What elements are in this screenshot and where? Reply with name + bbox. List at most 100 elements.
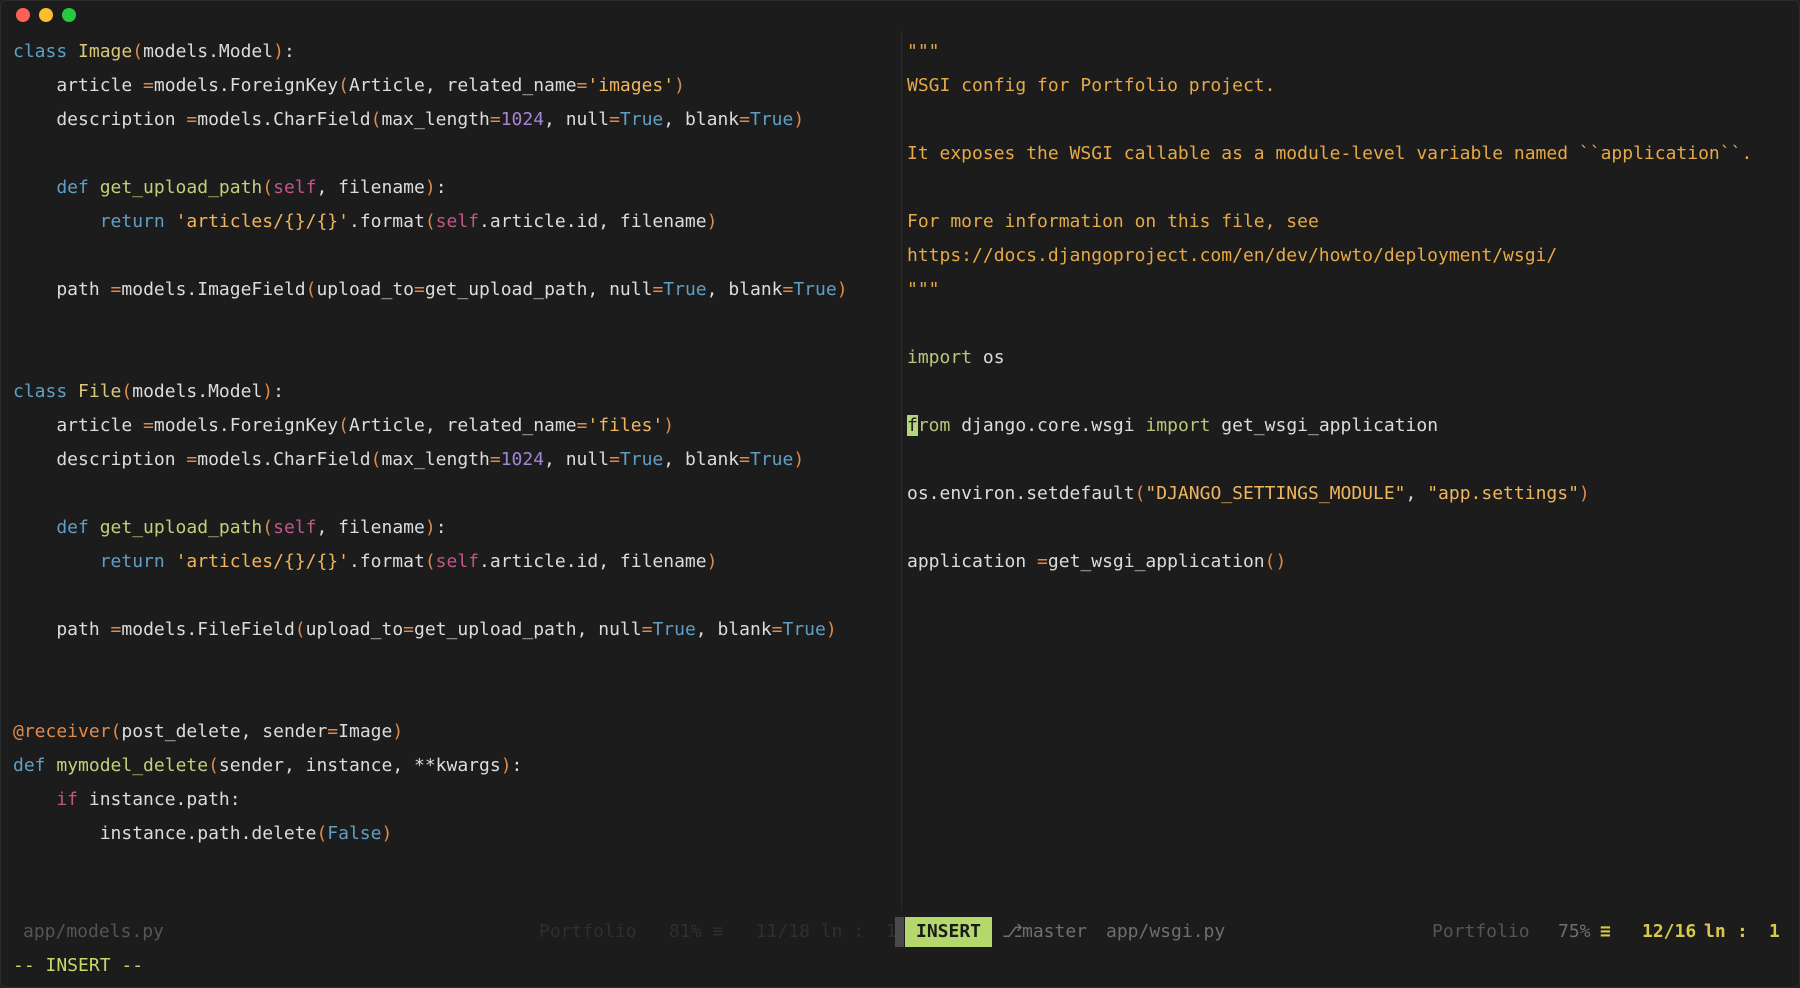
split-divider[interactable] xyxy=(901,31,902,911)
code-token: True xyxy=(652,619,696,640)
code-token: @receiver xyxy=(13,721,111,742)
code-token: os.environ.setdefault xyxy=(907,483,1135,504)
code-line[interactable]: if instance.path: xyxy=(13,783,889,817)
code-line[interactable]: article =models.ForeignKey(Article, rela… xyxy=(13,409,889,443)
code-token: self xyxy=(273,517,317,538)
code-line[interactable] xyxy=(907,307,1787,341)
project-name: Portfolio xyxy=(1432,921,1530,942)
code-line[interactable]: def get_upload_path(self, filename): xyxy=(13,511,889,545)
code-token: Image xyxy=(78,41,133,62)
code-token: """ xyxy=(907,279,940,300)
code-token: ) xyxy=(825,619,837,640)
code-token: True xyxy=(749,449,794,470)
code-token: os xyxy=(982,347,1005,368)
code-line[interactable] xyxy=(13,239,889,273)
code-line[interactable] xyxy=(13,477,889,511)
code-line[interactable]: class File(models.Model): xyxy=(13,375,889,409)
code-token: ( xyxy=(1134,483,1146,504)
code-line[interactable]: import os xyxy=(907,341,1787,375)
code-token: ( xyxy=(370,449,382,470)
code-line[interactable]: os.environ.setdefault("DJANGO_SETTINGS_M… xyxy=(907,477,1787,511)
code-token: ) xyxy=(1578,483,1590,504)
code-token: class xyxy=(13,41,79,62)
code-line[interactable]: It exposes the WSGI callable as a module… xyxy=(907,137,1787,171)
code-token: = xyxy=(782,279,794,300)
code-line[interactable]: from django.core.wsgi import get_wsgi_ap… xyxy=(907,409,1787,443)
code-line[interactable]: """ xyxy=(907,35,1787,69)
code-line[interactable]: class Image(models.Model): xyxy=(13,35,889,69)
code-token: File xyxy=(78,381,122,402)
code-token: , blank xyxy=(663,109,740,130)
code-token: upload_to xyxy=(305,619,404,640)
text-cursor: f xyxy=(907,415,918,436)
code-line[interactable]: article =models.ForeignKey(Article, rela… xyxy=(13,69,889,103)
code-token: ( xyxy=(262,177,274,198)
code-token: 'files' xyxy=(587,415,664,436)
code-line[interactable] xyxy=(13,647,889,681)
code-token: application xyxy=(907,551,1038,572)
minimize-window-button[interactable] xyxy=(39,8,53,22)
code-line[interactable] xyxy=(907,171,1787,205)
right-file-name[interactable]: app/wsgi.py xyxy=(1106,914,1225,950)
code-line[interactable] xyxy=(907,443,1787,477)
code-token: Article, related_name xyxy=(348,75,577,96)
code-token: = xyxy=(110,279,122,300)
code-token: = xyxy=(489,449,501,470)
code-line[interactable]: description =models.CharField(max_length… xyxy=(13,103,889,137)
code-token: get_upload_path xyxy=(99,517,263,538)
code-token: max_length xyxy=(381,109,490,130)
code-line[interactable] xyxy=(907,103,1787,137)
code-line[interactable]: def get_upload_path(self, filename): xyxy=(13,171,889,205)
code-token: self xyxy=(273,177,317,198)
close-window-button[interactable] xyxy=(16,8,30,22)
left-editor-pane[interactable]: class Image(models.Model): article =mode… xyxy=(13,35,889,851)
code-token: description xyxy=(13,109,187,130)
code-line[interactable] xyxy=(907,375,1787,409)
code-token: True xyxy=(663,279,707,300)
code-token: = xyxy=(609,109,620,130)
code-line[interactable] xyxy=(13,137,889,171)
code-token: Article, related_name xyxy=(348,415,577,436)
code-token: .article.id, filename xyxy=(479,551,707,572)
code-line[interactable]: return 'articles/{}/{}'.format(self.arti… xyxy=(13,545,889,579)
code-token: ) xyxy=(706,211,718,232)
code-line[interactable]: path =models.ImageField(upload_to=get_up… xyxy=(13,273,889,307)
code-token: max_length xyxy=(381,449,490,470)
code-token: ( xyxy=(132,41,144,62)
code-token: .format xyxy=(348,551,425,572)
code-line[interactable]: path =models.FileField(upload_to=get_upl… xyxy=(13,613,889,647)
cursor-position: 12/16 xyxy=(1642,921,1697,942)
code-line[interactable]: @receiver(post_delete, sender=Image) xyxy=(13,715,889,749)
code-line[interactable] xyxy=(13,341,889,375)
code-token: ) xyxy=(424,177,436,198)
code-line[interactable]: instance.path.delete(False) xyxy=(13,817,889,851)
code-token: .format xyxy=(348,211,425,232)
code-token: ( xyxy=(338,75,349,96)
command-line[interactable]: -- INSERT -- xyxy=(13,951,143,981)
right-editor-pane[interactable]: """ WSGI config for Portfolio project. It … xyxy=(907,35,1787,579)
code-line[interactable]: WSGI config for Portfolio project. xyxy=(907,69,1787,103)
code-token: if xyxy=(13,789,89,810)
code-line[interactable]: https://docs.djangoproject.com/en/dev/ho… xyxy=(907,239,1787,273)
code-line[interactable]: description =models.CharField(max_length… xyxy=(13,443,889,477)
code-token: models.CharField xyxy=(197,449,371,470)
code-token: 'articles/{}/{}' xyxy=(175,211,349,232)
zoom-window-button[interactable] xyxy=(62,8,76,22)
code-line[interactable] xyxy=(13,579,889,613)
code-token: = xyxy=(609,449,620,470)
code-line[interactable] xyxy=(13,307,889,341)
code-line[interactable]: def mymodel_delete(sender, instance, **k… xyxy=(13,749,889,783)
code-line[interactable] xyxy=(907,511,1787,545)
code-token: "DJANGO_SETTINGS_MODULE" xyxy=(1145,483,1406,504)
code-line[interactable]: application =get_wsgi_application() xyxy=(907,545,1787,579)
code-token: path xyxy=(13,279,111,300)
left-file-name[interactable]: app/models.py xyxy=(23,914,164,950)
code-token: , blank xyxy=(706,279,783,300)
code-token: = xyxy=(771,619,783,640)
code-line[interactable]: For more information on this file, see xyxy=(907,205,1787,239)
code-line[interactable] xyxy=(13,681,889,715)
code-line[interactable]: return 'articles/{}/{}'.format(self.arti… xyxy=(13,205,889,239)
code-line[interactable]: """ xyxy=(907,273,1787,307)
code-token: ) xyxy=(793,109,805,130)
code-token: def xyxy=(13,517,100,538)
